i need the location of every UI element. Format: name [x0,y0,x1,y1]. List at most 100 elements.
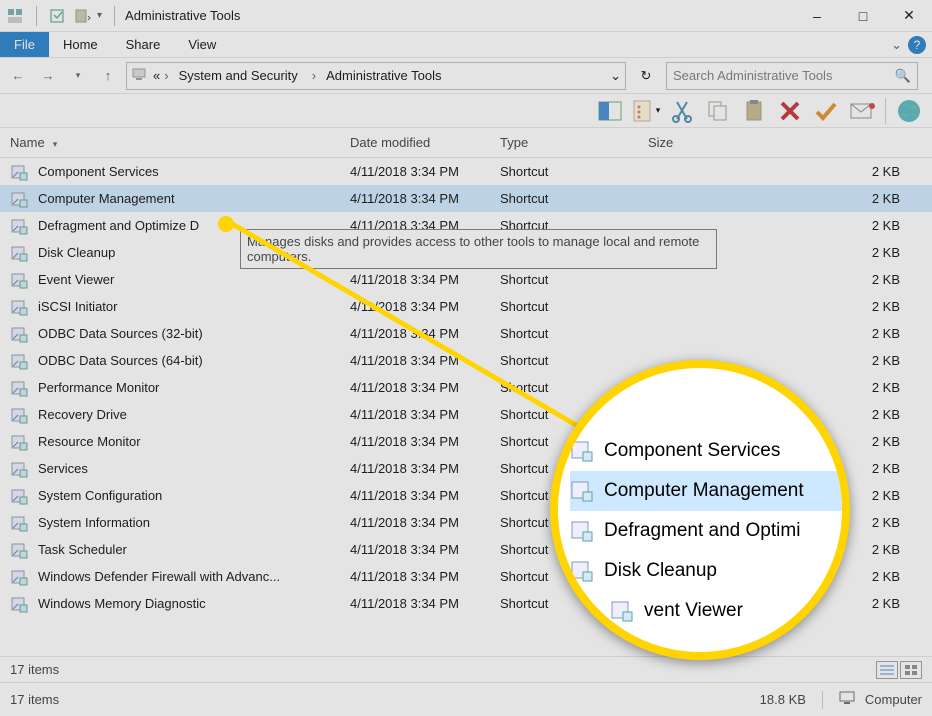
tab-file[interactable]: File [0,32,49,57]
file-name: ODBC Data Sources (32-bit) [38,326,203,341]
tool-check-icon[interactable] [813,98,839,124]
file-row[interactable]: Component Services4/11/2018 3:34 PMShort… [0,158,932,185]
file-name: Recovery Drive [38,407,127,422]
tooltip: Manages disks and provides access to oth… [240,229,717,269]
status2-size: 18.8 KB [760,692,806,707]
maximize-button[interactable]: □ [840,0,886,32]
file-type: Shortcut [490,164,638,179]
file-name: System Information [38,515,150,530]
refresh-button[interactable]: ↻ [632,62,660,90]
search-input[interactable] [673,68,911,83]
magnifier-row: Defragment and Optimi [570,511,842,551]
tool-options-icon[interactable]: ▾ [633,98,659,124]
breadcrumb-root-caret[interactable]: « [153,68,169,83]
file-date: 4/11/2018 3:34 PM [340,461,490,476]
shortcut-icon [10,325,28,343]
file-name: iSCSI Initiator [38,299,117,314]
file-size: 2 KB [638,191,932,206]
tab-view[interactable]: View [174,32,230,57]
file-date: 4/11/2018 3:34 PM [340,272,490,287]
file-name: Windows Defender Firewall with Advanc... [38,569,280,584]
sort-indicator-icon [53,135,58,150]
column-headers: Name Date modified Type Size [0,128,932,158]
column-date[interactable]: Date modified [340,128,490,157]
column-size[interactable]: Size [638,128,932,157]
shortcut-icon [570,559,594,583]
view-large-button[interactable] [900,661,922,679]
file-name: Task Scheduler [38,542,127,557]
magnifier-row: Computer Management [570,471,842,511]
column-name[interactable]: Name [0,128,340,157]
tab-share[interactable]: Share [112,32,175,57]
qat-caret-icon[interactable]: ▾ [97,10,102,21]
up-button[interactable]: ↑ [96,64,120,88]
file-date: 4/11/2018 3:34 PM [340,326,490,341]
breadcrumb-0[interactable]: System and Security [173,68,304,83]
file-name: Component Services [38,164,159,179]
status2-computer: Computer [865,692,922,707]
tool-paste-icon[interactable] [741,98,767,124]
tool-copy-icon[interactable] [705,98,731,124]
command-toolbar: ▾ [0,94,932,128]
file-type: Shortcut [490,191,638,206]
window-title: Administrative Tools [121,8,240,23]
close-button[interactable]: ✕ [886,0,932,32]
shortcut-icon [10,406,28,424]
shortcut-icon [10,433,28,451]
navigation-bar: ← → ▾ ↑ « System and Security Administra… [0,58,932,94]
ribbon-collapse-icon[interactable]: ⌄ [891,37,902,53]
qat-dropdown-icon[interactable] [73,7,91,25]
magnifier-row: vent Viewer [570,591,842,631]
file-name: Windows Memory Diagnostic [38,596,206,611]
column-type[interactable]: Type [490,128,638,157]
tool-delete-icon[interactable] [777,98,803,124]
tool-panel-icon[interactable] [597,98,623,124]
file-row[interactable]: Event Viewer4/11/2018 3:34 PMShortcut2 K… [0,266,932,293]
file-row[interactable]: ODBC Data Sources (64-bit)4/11/2018 3:34… [0,347,932,374]
breadcrumb-1[interactable]: Administrative Tools [320,68,447,83]
file-date: 4/11/2018 3:34 PM [340,434,490,449]
ribbon-tabs: File Home Share View ⌄ ? [0,32,932,58]
file-date: 4/11/2018 3:34 PM [340,569,490,584]
search-box[interactable]: 🔍 [666,62,918,90]
file-date: 4/11/2018 3:34 PM [340,380,490,395]
file-name: Resource Monitor [38,434,141,449]
address-bar[interactable]: « System and Security Administrative Too… [126,62,626,90]
back-button[interactable]: ← [6,64,30,88]
file-size: 2 KB [638,299,932,314]
tool-mail-icon[interactable] [849,98,875,124]
magnifier-label: Component Services [604,440,780,462]
shortcut-icon [10,217,28,235]
app-icon [6,7,24,25]
tool-cut-icon[interactable] [669,98,695,124]
shortcut-icon [10,298,28,316]
shortcut-icon [10,352,28,370]
search-icon[interactable]: 🔍 [895,68,911,84]
magnifier-row: Disk Cleanup [570,551,842,591]
file-name: ODBC Data Sources (64-bit) [38,353,203,368]
shortcut-icon [10,514,28,532]
shortcut-icon [10,379,28,397]
shortcut-icon [10,271,28,289]
file-row[interactable]: ODBC Data Sources (32-bit) 4/11/2018 3:34… [0,320,932,347]
recent-dropdown[interactable]: ▾ [66,64,90,88]
tool-globe-icon[interactable] [896,98,922,124]
shortcut-icon [10,568,28,586]
help-icon[interactable]: ? [908,36,926,54]
minimize-button[interactable]: – [794,0,840,32]
shortcut-icon [10,190,28,208]
qat-save-icon[interactable] [49,7,67,25]
file-row[interactable]: iSCSI Initiator4/11/2018 3:34 PMShortcut… [0,293,932,320]
view-details-button[interactable] [876,661,898,679]
magnifier-row: Component Services [570,431,842,471]
tab-home[interactable]: Home [49,32,112,57]
magnifier-header-fragment: ne [570,398,842,416]
pc-icon [131,65,149,86]
forward-button[interactable]: → [36,64,60,88]
address-dropdown-icon[interactable]: ⌄ [610,68,621,84]
shortcut-icon [610,599,634,623]
file-row[interactable]: Computer Management4/11/2018 3:34 PMShor… [0,185,932,212]
file-name: Event Viewer [38,272,114,287]
magnifier: ne Component Services Computer Management… [550,360,850,660]
file-date: 4/11/2018 3:34 PM [340,542,490,557]
